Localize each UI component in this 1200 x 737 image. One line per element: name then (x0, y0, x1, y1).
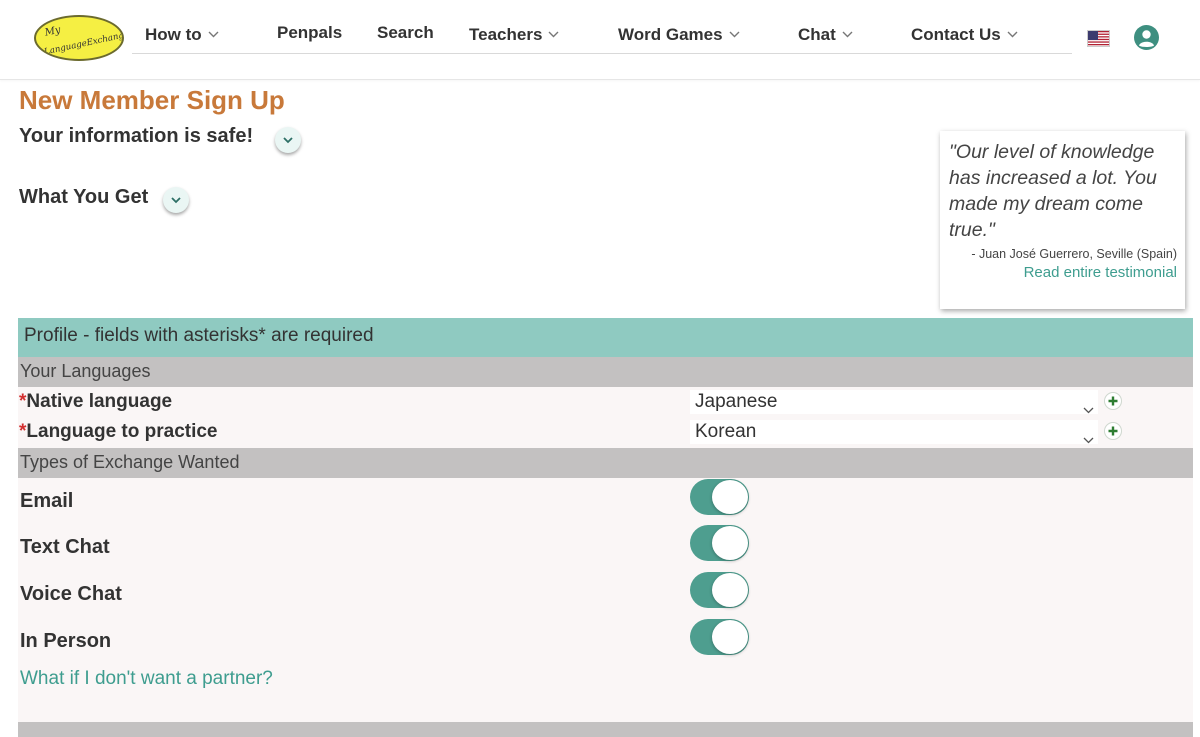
nav-chat[interactable]: Chat (798, 23, 853, 45)
native-language-value: Japanese (695, 391, 778, 412)
text-chat-exchange-label: Text Chat (20, 536, 110, 558)
nav-search[interactable]: Search (377, 23, 434, 43)
nav-how-to[interactable]: How to (145, 23, 219, 45)
toggle-knob (712, 526, 748, 560)
no-partner-link[interactable]: What if I don't want a partner? (20, 668, 273, 690)
info-safe-expand-button[interactable] (275, 127, 301, 153)
chevron-down-icon (208, 23, 219, 43)
exchange-section-header: Types of Exchange Wanted (18, 448, 1193, 478)
next-section-header (18, 722, 1193, 737)
practice-language-select[interactable]: Korean (690, 420, 1098, 444)
native-language-label-text: Native language (26, 391, 173, 412)
logo-graphic: My LanguageExchange.com (42, 25, 122, 58)
user-account-icon[interactable] (1134, 25, 1159, 50)
nav-teachers-label: Teachers (469, 25, 543, 44)
read-testimonial-link[interactable]: Read entire testimonial (949, 264, 1177, 281)
toggle-knob (712, 620, 748, 654)
nav-contact-us-label: Contact Us (911, 25, 1001, 44)
chevron-down-icon (171, 197, 181, 204)
chevron-down-icon (1083, 428, 1094, 450)
nav-teachers[interactable]: Teachers (469, 23, 559, 45)
toggle-knob (712, 480, 748, 514)
chevron-down-icon (283, 137, 293, 144)
testimonial-card: "Our level of knowledge has increased a … (940, 131, 1185, 309)
testimonial-author: - Juan José Guerrero, Seville (Spain) (971, 247, 1177, 261)
testimonial-quote: "Our level of knowledge has increased a … (949, 141, 1157, 241)
chevron-down-icon (548, 23, 559, 43)
chevron-down-icon (1007, 23, 1018, 43)
practice-language-label: *Language to practice (19, 421, 218, 443)
nav-how-to-label: How to (145, 25, 202, 44)
voice-chat-exchange-toggle[interactable] (690, 572, 749, 608)
page-title: New Member Sign Up (19, 85, 285, 115)
native-language-select[interactable]: Japanese (690, 390, 1098, 414)
us-flag-icon[interactable] (1087, 30, 1110, 47)
in-person-exchange-label: In Person (20, 630, 112, 652)
voice-chat-exchange-label: Voice Chat (20, 583, 122, 605)
nav-penpals-label: Penpals (277, 23, 343, 42)
text-chat-exchange-toggle[interactable] (690, 525, 749, 561)
info-safe-heading: Your information is safe! (19, 125, 254, 147)
nav-contact-us[interactable]: Contact Us (911, 23, 1018, 45)
native-language-label: *Native language (19, 391, 172, 413)
nav-word-games-label: Word Games (618, 25, 723, 44)
site-header: My LanguageExchange.com How to Penpals S… (0, 0, 1200, 80)
profile-header: Profile - fields with asterisks* are req… (18, 318, 1193, 357)
toggle-knob (712, 573, 748, 607)
plus-icon (1108, 396, 1118, 406)
practice-language-value: Korean (695, 421, 757, 442)
nav-chat-label: Chat (798, 25, 836, 44)
main-nav: How to Penpals Search Teachers Word Game… (132, 16, 1072, 54)
email-exchange-label: Email (20, 490, 74, 512)
in-person-exchange-toggle[interactable] (690, 619, 749, 655)
languages-section-header: Your Languages (18, 357, 1193, 387)
nav-penpals[interactable]: Penpals (277, 23, 342, 43)
plus-icon (1108, 426, 1118, 436)
add-practice-language-button[interactable] (1104, 422, 1122, 440)
chevron-down-icon (729, 23, 740, 43)
practice-language-label-text: Language to practice (26, 421, 218, 442)
add-native-language-button[interactable] (1104, 392, 1122, 410)
chevron-down-icon (1083, 398, 1094, 420)
signup-form: Profile - fields with asterisks* are req… (18, 318, 1193, 737)
chevron-down-icon (842, 23, 853, 43)
site-logo[interactable]: My LanguageExchange.com (34, 15, 124, 61)
what-you-get-expand-button[interactable] (163, 187, 189, 213)
nav-search-label: Search (377, 23, 434, 42)
svg-text:My: My (43, 25, 62, 39)
what-you-get-heading: What You Get (19, 186, 149, 208)
nav-word-games[interactable]: Word Games (618, 23, 740, 45)
email-exchange-toggle[interactable] (690, 479, 749, 515)
